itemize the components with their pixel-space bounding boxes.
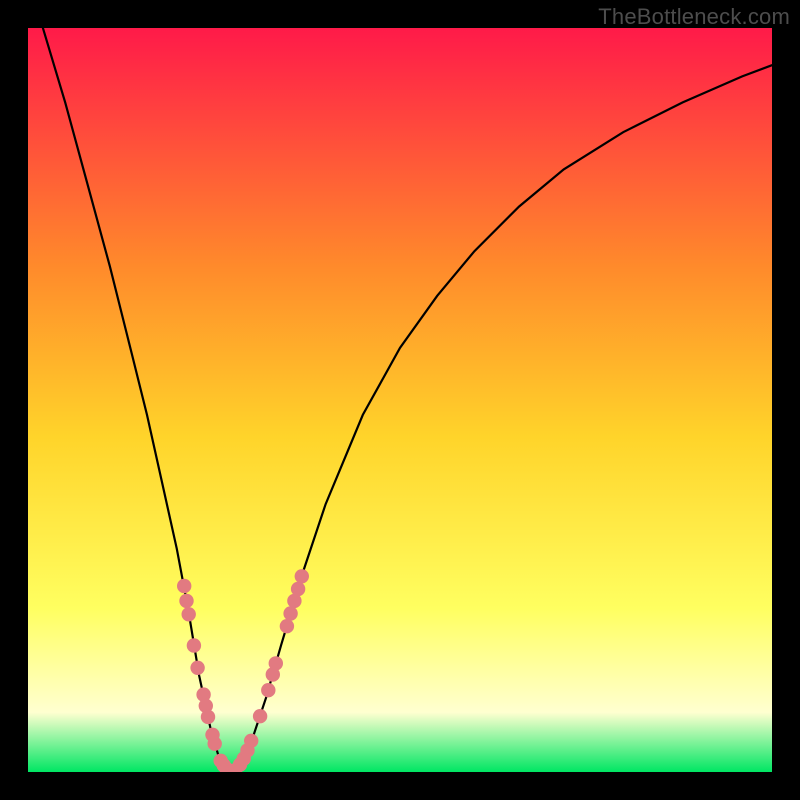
data-marker <box>291 582 305 596</box>
data-marker <box>201 710 215 724</box>
chart-frame: TheBottleneck.com <box>0 0 800 800</box>
data-marker <box>261 683 275 697</box>
gradient-background <box>28 28 772 772</box>
data-marker <box>253 709 267 723</box>
data-marker <box>187 638 201 652</box>
data-marker <box>177 579 191 593</box>
data-marker <box>295 569 309 583</box>
data-marker <box>280 619 294 633</box>
data-marker <box>244 734 258 748</box>
data-marker <box>190 661 204 675</box>
data-marker <box>283 606 297 620</box>
data-marker <box>179 594 193 608</box>
data-marker <box>269 656 283 670</box>
data-marker <box>182 607 196 621</box>
data-marker <box>208 737 222 751</box>
watermark-text: TheBottleneck.com <box>598 4 790 30</box>
chart-svg <box>28 28 772 772</box>
plot-area <box>28 28 772 772</box>
